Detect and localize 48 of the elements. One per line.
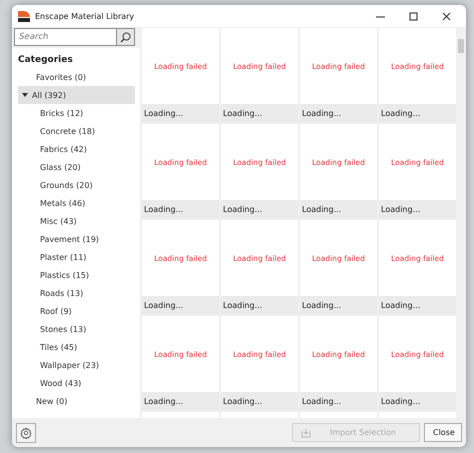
material-caption: Loading...	[221, 200, 298, 218]
material-caption: Loading...	[142, 200, 219, 218]
gear-icon	[20, 426, 32, 438]
category-item[interactable]: Metals (46)	[18, 194, 135, 212]
search-icon	[120, 32, 131, 42]
search-button[interactable]	[117, 28, 135, 46]
category-item[interactable]: Wallpaper (23)	[18, 356, 135, 374]
material-caption: Loading...	[221, 392, 298, 410]
material-caption: Loading...	[379, 200, 456, 218]
window-title: Enscape Material Library	[35, 12, 136, 20]
category-item[interactable]: Roof (9)	[18, 302, 135, 320]
category-item[interactable]: Glass (20)	[18, 158, 135, 176]
close-button[interactable]: Close	[424, 423, 462, 442]
category-item[interactable]: All (392)	[18, 86, 135, 104]
material-caption: Loading...	[379, 104, 456, 122]
expand-caret-icon[interactable]	[22, 92, 28, 98]
category-item[interactable]: Bricks (12)	[18, 104, 135, 122]
category-item[interactable]: Plastics (15)	[18, 266, 135, 284]
maximize-icon	[408, 12, 418, 20]
material-caption: Loading...	[300, 296, 377, 314]
material-caption: Loading...	[142, 104, 219, 122]
category-item[interactable]: Tiles (45)	[18, 338, 135, 356]
app-logo-icon	[18, 10, 30, 22]
category-item[interactable]: Stones (13)	[18, 320, 135, 338]
category-item[interactable]: Plaster (11)	[18, 248, 135, 266]
category-item[interactable]: Concrete (18)	[18, 122, 135, 140]
category-item[interactable]: Fabrics (42)	[18, 140, 135, 158]
settings-button[interactable]	[16, 422, 36, 442]
material-caption: Loading...	[300, 104, 377, 122]
category-item[interactable]: Pavement (19)	[18, 230, 135, 248]
category-item[interactable]: New (0)	[18, 392, 135, 410]
material-caption: Loading...	[142, 392, 219, 410]
import-icon	[301, 428, 311, 438]
search-field[interactable]: Search	[14, 28, 117, 46]
categories-heading: Categories	[18, 54, 74, 67]
category-item[interactable]: Roads (13)	[18, 284, 135, 302]
material-caption: Loading...	[300, 200, 377, 218]
category-item[interactable]: Grounds (20)	[18, 176, 135, 194]
material-caption: Loading...	[221, 104, 298, 122]
material-caption: Loading...	[379, 296, 456, 314]
material-caption: Loading...	[379, 392, 456, 410]
material-caption: Loading...	[300, 392, 377, 410]
category-item[interactable]: Wood (43)	[18, 374, 135, 392]
close-icon	[442, 12, 450, 20]
category-item[interactable]: Misc (43)	[18, 212, 135, 230]
material-caption: Loading...	[142, 296, 219, 314]
material-caption: Loading...	[221, 296, 298, 314]
category-item[interactable]: Favorites (0)	[18, 68, 135, 86]
